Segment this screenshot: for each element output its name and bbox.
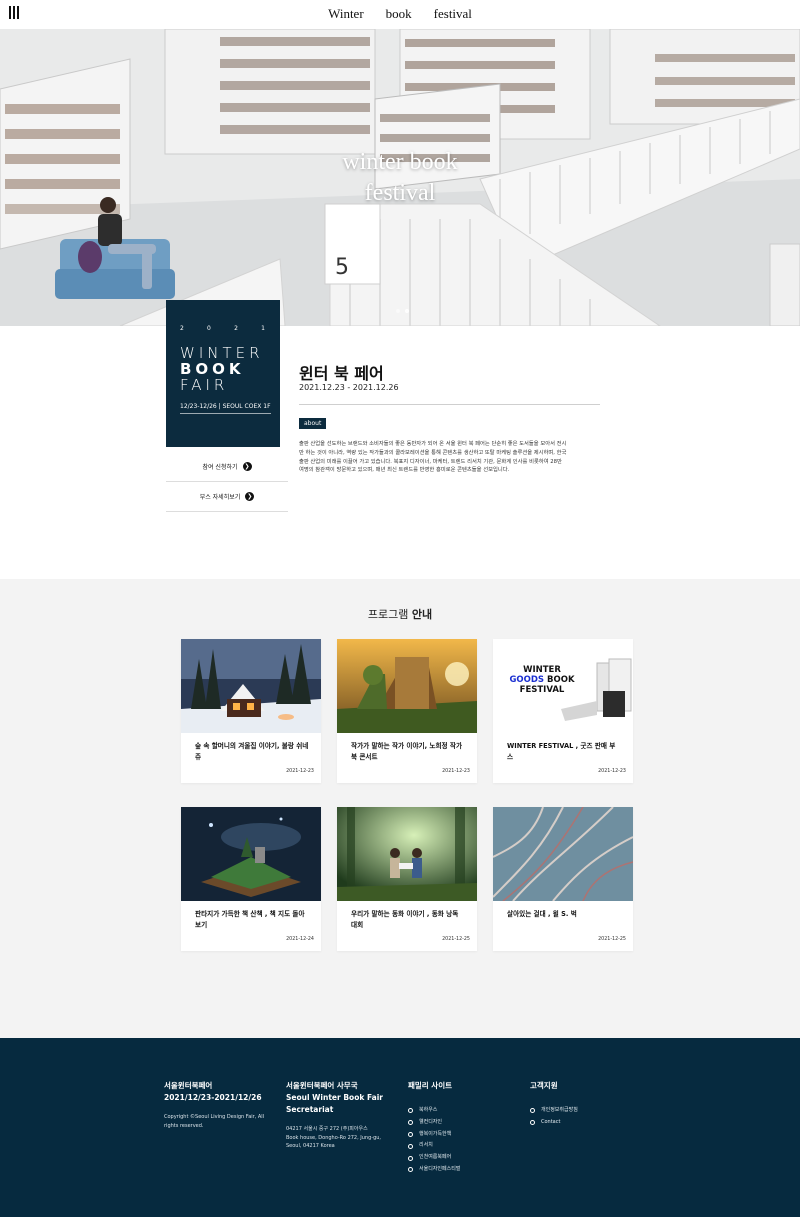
privacy-policy-link[interactable]: 개인정보취급방침 bbox=[530, 1105, 640, 1117]
card-date: 2021-12-23 bbox=[598, 769, 626, 774]
footer-copyright: Copyright ©Seoul Living Design Fair, All… bbox=[164, 1114, 265, 1129]
goods-image-text: WINTER GOODS BOOK FESTIVAL bbox=[493, 665, 591, 695]
family-site-link[interactable]: 웰컨디자인 bbox=[408, 1117, 518, 1129]
card-title: 판타지가 가득한 책 산책 , 책 지도 돌아보기 bbox=[195, 910, 305, 929]
slider-dot-1[interactable] bbox=[396, 309, 400, 313]
apply-button[interactable]: 참여 신청하기 ❯ bbox=[166, 451, 288, 482]
event-title: 윈터 북 페어 bbox=[299, 364, 384, 383]
nav-link-book[interactable]: book bbox=[386, 6, 412, 22]
poster-year-digit: 1 bbox=[261, 325, 266, 332]
footer-support-title: 고객지원 bbox=[530, 1081, 558, 1090]
program-card[interactable]: 숲 속 할머니의 겨울집 이야기, 불랑 쉬네쥬 2021-12-23 bbox=[181, 639, 321, 783]
program-card[interactable]: WINTER GOODS BOOK FESTIVAL WINTER FESTIV… bbox=[493, 639, 633, 783]
hero-title-line1: winter book bbox=[342, 149, 458, 175]
booth-button-label: 부스 자세히보기 bbox=[199, 493, 241, 501]
card-image-book-sunset bbox=[337, 639, 477, 733]
family-site-link[interactable]: 행복이가득한책 bbox=[408, 1129, 518, 1141]
program-card[interactable]: 우리가 말하는 동화 이야기 , 동화 낭독 대회 2021-12-25 bbox=[337, 807, 477, 951]
card-image-frost-pattern bbox=[493, 807, 633, 901]
card-title: WINTER FESTIVAL , 굿즈 판매 부스 bbox=[507, 742, 616, 761]
program-title-normal: 프로그램 bbox=[367, 608, 412, 621]
divider bbox=[299, 404, 600, 405]
footer-address: 04217 서울시 중구 272 (주)피아우스 Book house, Don… bbox=[286, 1125, 391, 1151]
family-site-link[interactable]: 인천여름북페어 bbox=[408, 1152, 518, 1164]
poster-year-digit: 2 bbox=[234, 325, 239, 332]
program-card[interactable]: 살아있는 걸대 , 윌 S. 벅 2021-12-25 bbox=[493, 807, 633, 951]
footer-address-en: Book house, Dongho-Ro 272, Jung-gu, Seou… bbox=[286, 1134, 382, 1150]
goods-text-line1: WINTER bbox=[523, 665, 561, 675]
about-badge: about bbox=[299, 418, 327, 429]
card-image-winter-cabin bbox=[181, 639, 321, 733]
footer-fair-dates: 2021/12/23-2021/12/26 bbox=[164, 1093, 262, 1102]
poster-subtitle: 12/23-12/26 | SEOUL COEX 1F bbox=[180, 403, 271, 414]
footer-secretariat-title: 서울윈터북페어 사무국 bbox=[286, 1081, 358, 1090]
contact-link[interactable]: Contact bbox=[530, 1117, 640, 1129]
poster-year-digit: 2 bbox=[180, 325, 185, 332]
event-description: 출판 산업을 선도하는 브랜드와 소비자들의 좋은 동반자가 되어 온 서울 윈… bbox=[299, 441, 567, 474]
event-poster: 2 0 2 1 WINTER BOOK FAIR 12/23-12/26 | S… bbox=[166, 300, 280, 447]
card-image-children-forest bbox=[337, 807, 477, 901]
family-site-link[interactable]: 서울디자인페스티벌 bbox=[408, 1164, 518, 1176]
card-date: 2021-12-25 bbox=[442, 937, 470, 942]
footer-col-secretariat: 서울윈터북페어 사무국 Seoul Winter Book Fair Secre… bbox=[286, 1080, 391, 1151]
hero-title-line2: festival bbox=[364, 180, 436, 206]
nav-links: Winter book festival bbox=[0, 6, 800, 22]
hero-banner: 5 winter book festival bbox=[0, 29, 800, 326]
footer-family-title: 패밀리 사이트 bbox=[408, 1081, 453, 1090]
svg-text:5: 5 bbox=[335, 255, 349, 280]
program-title-bold: 안내 bbox=[411, 608, 433, 621]
goods-text-line2: GOODS BOOK bbox=[493, 675, 591, 685]
poster-year: 2 0 2 1 bbox=[180, 325, 266, 332]
program-title: 프로그램 안내 bbox=[0, 606, 800, 622]
program-card[interactable]: 판타지가 가득한 책 산책 , 책 지도 돌아보기 2021-12-24 bbox=[181, 807, 321, 951]
card-title: 살아있는 걸대 , 윌 S. 벅 bbox=[507, 910, 577, 918]
family-site-link[interactable]: 리서치 bbox=[408, 1140, 518, 1152]
card-title: 숲 속 할머니의 겨울집 이야기, 불랑 쉬네쥬 bbox=[195, 742, 309, 761]
support-list: 개인정보취급방침 Contact bbox=[530, 1105, 640, 1129]
nav-link-winter[interactable]: Winter bbox=[328, 6, 364, 22]
program-section: 프로그램 안내 숲 속 할머니의 겨울집 이야기, 불랑 쉬네쥬 2021-12… bbox=[0, 579, 800, 1038]
footer-fair-title: 서울윈터북페어 bbox=[164, 1081, 213, 1090]
footer: 서울윈터북페어 2021/12/23-2021/12/26 Copyright … bbox=[0, 1038, 800, 1217]
arrow-right-icon: ❯ bbox=[245, 491, 255, 501]
top-nav: Winter book festival bbox=[0, 0, 800, 29]
goods-text-line3: FESTIVAL bbox=[519, 685, 565, 695]
family-site-link[interactable]: 북하우스 bbox=[408, 1105, 518, 1117]
footer-col-support: 고객지원 개인정보취급방침 Contact bbox=[530, 1080, 640, 1129]
poster-year-digit: 0 bbox=[207, 325, 212, 332]
footer-col-fair: 서울윈터북페어 2021/12/23-2021/12/26 Copyright … bbox=[164, 1080, 274, 1130]
booth-detail-button[interactable]: 부스 자세히보기 ❯ bbox=[166, 481, 288, 512]
card-date: 2021-12-23 bbox=[286, 769, 314, 774]
card-date: 2021-12-24 bbox=[286, 937, 314, 942]
footer-secretariat-title-en: Seoul Winter Book Fair Secretariat bbox=[286, 1093, 383, 1114]
poster-word-fair: FAIR bbox=[180, 376, 229, 394]
nav-link-festival[interactable]: festival bbox=[434, 6, 472, 22]
goods-text-goods: GOODS bbox=[509, 675, 545, 685]
slider-dot-2[interactable] bbox=[405, 309, 409, 313]
program-card[interactable]: 작가가 말하는 작가 이야기, 노희정 작가 북 콘서트 2021-12-23 bbox=[337, 639, 477, 783]
goods-text-book: BOOK bbox=[544, 675, 575, 685]
card-title: 우리가 말하는 동화 이야기 , 동화 낭독 대회 bbox=[351, 910, 459, 929]
footer-address-kr: 04217 서울시 중구 272 (주)피아우스 bbox=[286, 1126, 368, 1132]
footer-col-family: 패밀리 사이트 북하우스 웰컨디자인 행복이가득한책 리서치 인천여름북페어 서… bbox=[408, 1080, 518, 1176]
family-site-list: 북하우스 웰컨디자인 행복이가득한책 리서치 인천여름북페어 서울디자인페스티벌 bbox=[408, 1105, 518, 1176]
slider-dots bbox=[396, 309, 409, 313]
card-image-fantasy-book bbox=[181, 807, 321, 901]
apply-button-label: 참여 신청하기 bbox=[202, 463, 238, 471]
hero-title: winter book festival bbox=[0, 147, 800, 209]
event-date: 2021.12.23 - 2021.12.26 bbox=[299, 383, 399, 392]
card-title: 작가가 말하는 작가 이야기, 노희정 작가 북 콘서트 bbox=[351, 742, 463, 761]
card-date: 2021-12-25 bbox=[598, 937, 626, 942]
arrow-right-icon: ❯ bbox=[242, 461, 252, 471]
card-date: 2021-12-23 bbox=[442, 769, 470, 774]
card-image-goods-festival: WINTER GOODS BOOK FESTIVAL bbox=[493, 639, 633, 733]
